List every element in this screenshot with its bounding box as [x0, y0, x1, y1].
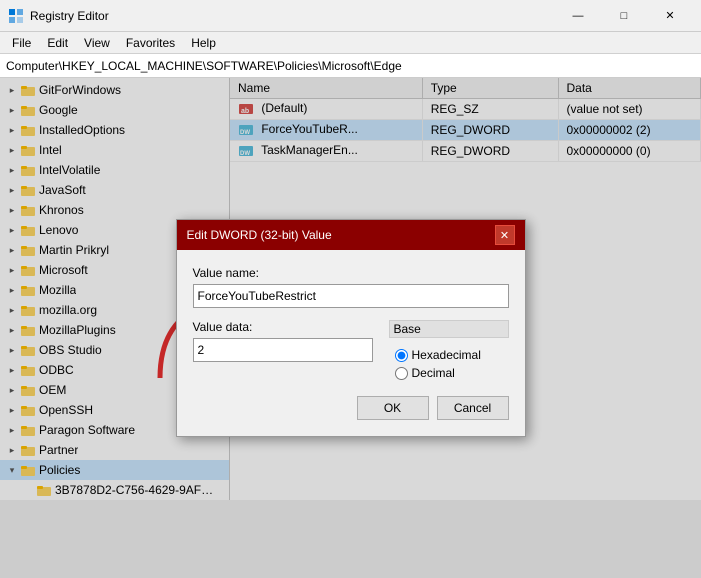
- ok-button[interactable]: OK: [357, 396, 429, 420]
- dialog-titlebar: Edit DWORD (32-bit) Value ✕: [177, 220, 525, 250]
- maximize-button[interactable]: □: [601, 0, 647, 32]
- dialog-buttons: OK Cancel: [193, 396, 509, 420]
- app-icon: [8, 8, 24, 24]
- dialog-title: Edit DWORD (32-bit) Value: [187, 228, 495, 242]
- window-controls: — □ ✕: [555, 0, 693, 32]
- value-data-input[interactable]: [193, 338, 373, 362]
- radio-dec-label: Decimal: [412, 366, 455, 380]
- modal-overlay: Edit DWORD (32-bit) Value ✕ Value name: …: [0, 78, 701, 578]
- minimize-button[interactable]: —: [555, 0, 601, 32]
- dialog-bottom-row: Value data: Base Hexadecimal: [193, 320, 509, 384]
- radio-decimal[interactable]: Decimal: [395, 366, 503, 380]
- radio-dec-input[interactable]: [395, 367, 408, 380]
- title-bar: Registry Editor — □ ✕: [0, 0, 701, 32]
- address-bar: Computer\HKEY_LOCAL_MACHINE\SOFTWARE\Pol…: [0, 54, 701, 78]
- dialog-close-button[interactable]: ✕: [495, 225, 515, 245]
- radio-hex-input[interactable]: [395, 349, 408, 362]
- menu-file[interactable]: File: [4, 34, 39, 52]
- value-name-label: Value name:: [193, 266, 509, 280]
- edit-dword-dialog: Edit DWORD (32-bit) Value ✕ Value name: …: [176, 219, 526, 437]
- radio-group: Hexadecimal Decimal: [389, 344, 509, 384]
- menu-view[interactable]: View: [76, 34, 118, 52]
- base-label: Base: [389, 320, 509, 338]
- value-name-input[interactable]: [193, 284, 509, 308]
- main-content: GitForWindows Google InstalledOptions In…: [0, 78, 701, 500]
- value-data-section: Value data:: [193, 320, 373, 362]
- menu-edit[interactable]: Edit: [39, 34, 76, 52]
- menu-favorites[interactable]: Favorites: [118, 34, 183, 52]
- dialog-body: Value name: Value data: Base Hexadecimal: [177, 250, 525, 436]
- menu-help[interactable]: Help: [183, 34, 224, 52]
- window-title: Registry Editor: [30, 9, 109, 23]
- cancel-button[interactable]: Cancel: [437, 396, 509, 420]
- base-section: Base Hexadecimal Decimal: [389, 320, 509, 384]
- address-text: Computer\HKEY_LOCAL_MACHINE\SOFTWARE\Pol…: [6, 59, 402, 73]
- radio-hexadecimal[interactable]: Hexadecimal: [395, 348, 503, 362]
- value-data-label: Value data:: [193, 320, 373, 334]
- close-button[interactable]: ✕: [647, 0, 693, 32]
- radio-hex-label: Hexadecimal: [412, 348, 481, 362]
- menu-bar: File Edit View Favorites Help: [0, 32, 701, 54]
